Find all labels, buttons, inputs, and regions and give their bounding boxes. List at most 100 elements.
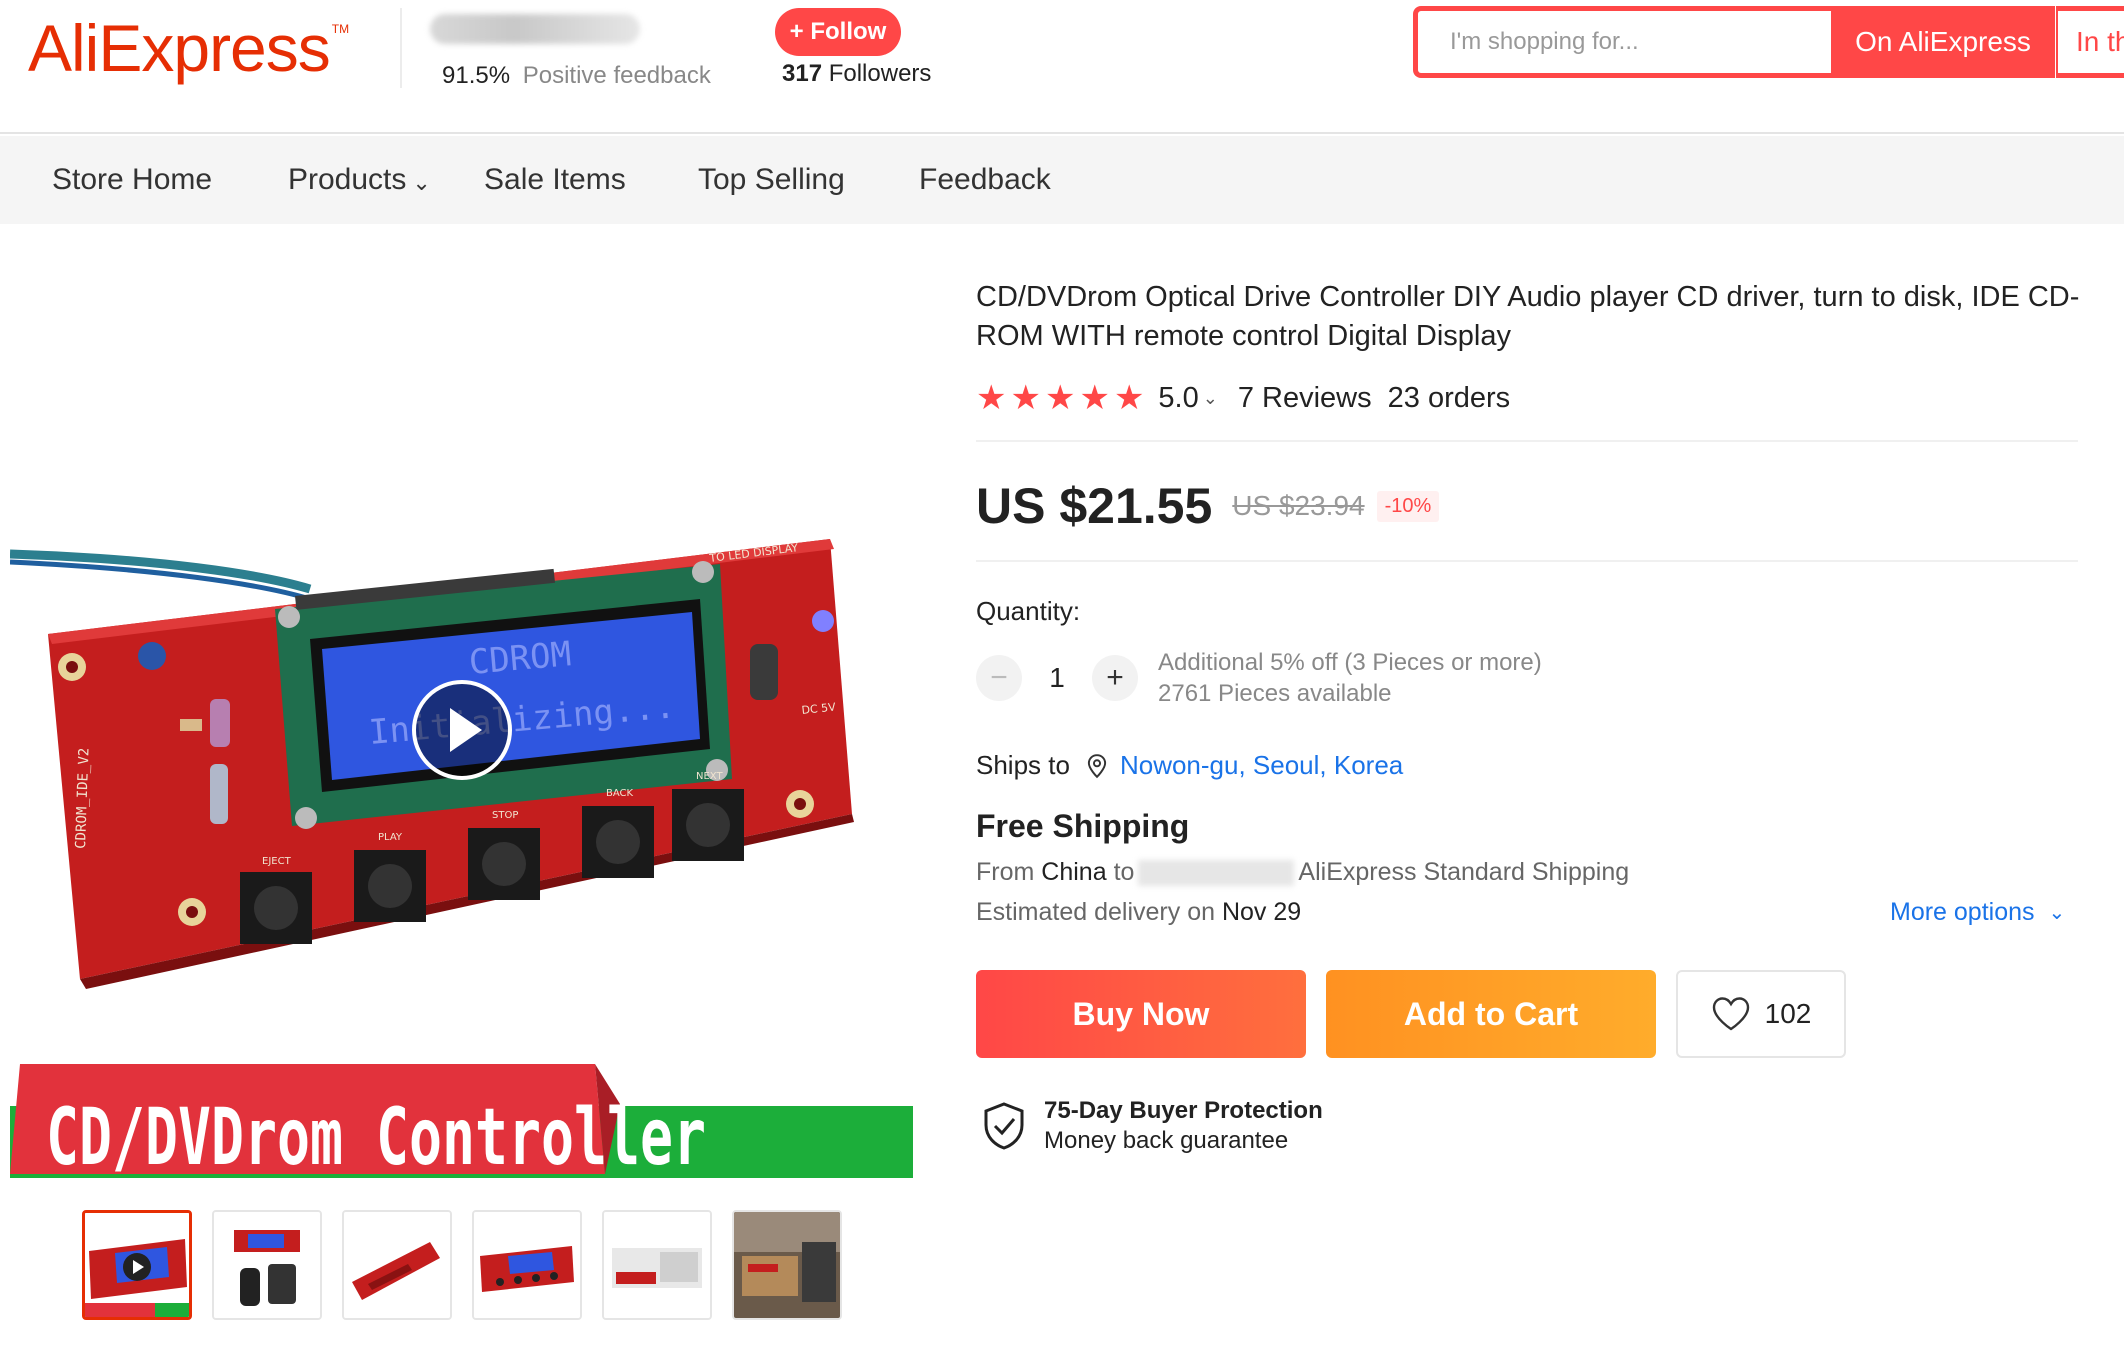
followers-count: 317 Followers xyxy=(782,60,931,88)
pcb-button-label-eject: EJECT xyxy=(262,856,292,867)
quantity-input[interactable]: 1 xyxy=(1022,662,1092,694)
nav-label: Products xyxy=(288,163,407,196)
chevron-down-icon[interactable]: ⌄ xyxy=(1203,388,1218,409)
shield-check-icon xyxy=(984,1102,1024,1150)
thumbnail-2[interactable] xyxy=(212,1210,322,1320)
store-feedback: 91.5% Positive feedback xyxy=(442,62,711,90)
pieces-available: 2761 Pieces available xyxy=(1158,680,1392,707)
more-options-label: More options xyxy=(1890,898,2035,926)
thumbnail-6[interactable] xyxy=(732,1210,842,1320)
nav-store-home[interactable]: Store Home xyxy=(52,136,212,224)
rating-value[interactable]: 5.0 xyxy=(1158,382,1198,415)
quantity-label: Quantity: xyxy=(976,596,1081,626)
wishlist-button[interactable]: 102 xyxy=(1676,970,1846,1058)
shipping-title: Free Shipping xyxy=(976,808,1190,844)
heart-icon xyxy=(1712,997,1749,1031)
wishlist-count: 102 xyxy=(1764,998,1812,1029)
est-delivery-date: Nov 29 xyxy=(1221,898,1302,926)
star-icon: ★ xyxy=(1010,379,1041,417)
pcb-button-label-stop: STOP xyxy=(492,810,518,821)
store-nav: Store Home Products ⌄ Sale Items Top Sell… xyxy=(0,136,2124,224)
main-product-image[interactable]: CDROM Initializing... CDROM_IDE_V2 TO LE… xyxy=(9,244,915,1184)
search-store-button[interactable]: In this store xyxy=(2056,6,2124,78)
est-on-label: on xyxy=(1187,898,1216,926)
orders-count: 23 orders xyxy=(1387,381,1511,414)
feedback-percent: 91.5% xyxy=(442,62,511,89)
header-divider xyxy=(400,8,402,88)
shipping-from-row: From China to AliExpress Standard Shippi… xyxy=(976,858,1629,887)
nav-label: Top Selling xyxy=(698,163,845,196)
banner-text: CD/DVDrom Controller xyxy=(46,1093,706,1183)
search-input[interactable]: I'm shopping for... xyxy=(1413,6,1831,78)
pcb-button-label-back: BACK xyxy=(606,788,634,799)
pcb-button-label-next: NEXT xyxy=(696,771,723,782)
nav-products[interactable]: Products ⌄ xyxy=(288,136,431,224)
original-price: US $23.94 xyxy=(1232,490,1365,521)
nav-label: Feedback xyxy=(919,163,1051,196)
chevron-down-icon: ⌄ xyxy=(412,170,431,195)
thumbnail-3[interactable] xyxy=(342,1210,452,1320)
add-to-cart-button[interactable]: Add to Cart xyxy=(1326,970,1656,1058)
price-row: US $21.55 US $23.94 -10% xyxy=(976,474,1440,538)
quantity-decrease-button[interactable]: − xyxy=(976,655,1022,701)
protection-title: 75-Day Buyer Protection xyxy=(1044,1097,1323,1124)
buy-now-button[interactable]: Buy Now xyxy=(976,970,1306,1058)
thumbnail-image xyxy=(734,1212,840,1318)
thumbnail-1[interactable] xyxy=(82,1210,192,1320)
quantity-increase-button[interactable]: + xyxy=(1092,655,1138,701)
buyer-protection: 75-Day Buyer Protection Money back guara… xyxy=(982,1096,1323,1156)
product-photo: CDROM Initializing... CDROM_IDE_V2 TO LE… xyxy=(9,539,913,1183)
rating-stars[interactable]: ★ ★ ★ ★ ★ xyxy=(976,381,1144,415)
star-icon: ★ xyxy=(1079,379,1110,417)
nav-feedback[interactable]: Feedback xyxy=(919,136,1051,224)
thumbnail-4[interactable] xyxy=(472,1210,582,1320)
destination-redacted xyxy=(1138,859,1295,886)
thumbnail-5[interactable] xyxy=(602,1210,712,1320)
logo-text: AliExpress xyxy=(28,11,331,85)
star-icon: ★ xyxy=(1113,379,1145,417)
nav-sale-items[interactable]: Sale Items xyxy=(484,136,626,224)
thumbnail-image xyxy=(85,1213,189,1317)
thumbnail-image xyxy=(604,1212,710,1318)
from-country: China xyxy=(1041,858,1107,886)
thumbnail-image xyxy=(474,1212,580,1318)
shipping-method: AliExpress Standard Shipping xyxy=(1298,858,1630,886)
video-play-icon[interactable] xyxy=(412,680,512,780)
feedback-label: Positive feedback xyxy=(522,62,711,89)
reviews-link[interactable]: 7 Reviews xyxy=(1238,382,1372,415)
divider xyxy=(976,560,2078,562)
star-icon: ★ xyxy=(1044,379,1076,417)
search-aliexpress-button[interactable]: On AliExpress xyxy=(1831,6,2055,78)
aliexpress-logo[interactable]: AliExpress TM xyxy=(28,8,349,88)
quantity-stepper: − 1 + Additional 5% off (3 Pieces or mor… xyxy=(976,649,1542,707)
nav-label: Sale Items xyxy=(484,163,626,196)
product-title: CD/DVDrom Optical Drive Controller DIY A… xyxy=(976,281,2080,352)
nav-label: Store Home xyxy=(52,163,213,196)
buyer-protection-text: 75-Day Buyer Protection Money back guara… xyxy=(1044,1096,1323,1156)
from-label: From xyxy=(976,858,1035,886)
chevron-down-icon: ⌄ xyxy=(2048,902,2066,924)
quantity-info: Additional 5% off (3 Pieces or more) 276… xyxy=(1158,647,1542,709)
rating-row: ★ ★ ★ ★ ★ 5.0 ⌄ 7 Reviews 23 orders xyxy=(976,378,1510,418)
store-name-redacted[interactable] xyxy=(430,14,640,44)
followers-label: Followers xyxy=(828,60,932,87)
thumbnail-image xyxy=(344,1212,450,1318)
follow-button[interactable]: + Follow xyxy=(775,8,901,56)
store-header: AliExpress TM 91.5% Positive feedback + … xyxy=(0,0,2124,134)
ships-to-row: Ships to Nowon-gu, Seoul, Korea xyxy=(976,750,1403,781)
est-delivery-label: Estimated delivery xyxy=(976,898,1181,926)
estimated-delivery: Estimated delivery on Nov 29 xyxy=(976,898,1301,927)
ships-to-label: Ships to xyxy=(976,750,1070,780)
current-price: US $21.55 xyxy=(976,478,1213,534)
divider xyxy=(976,440,2078,442)
to-label: to xyxy=(1113,858,1135,886)
more-options-link[interactable]: More options ⌄ xyxy=(1890,898,2065,927)
protection-subtitle: Money back guarantee xyxy=(1044,1127,1289,1154)
star-icon: ★ xyxy=(976,379,1007,417)
nav-top-selling[interactable]: Top Selling xyxy=(698,136,845,224)
ships-to-location-link[interactable]: Nowon-gu, Seoul, Korea xyxy=(1120,750,1403,781)
location-pin-icon xyxy=(1087,753,1107,778)
discount-badge: -10% xyxy=(1376,490,1440,522)
pcb-button-label-play: PLAY xyxy=(378,832,403,843)
bulk-offer: Additional 5% off (3 Pieces or more) xyxy=(1158,649,1542,676)
